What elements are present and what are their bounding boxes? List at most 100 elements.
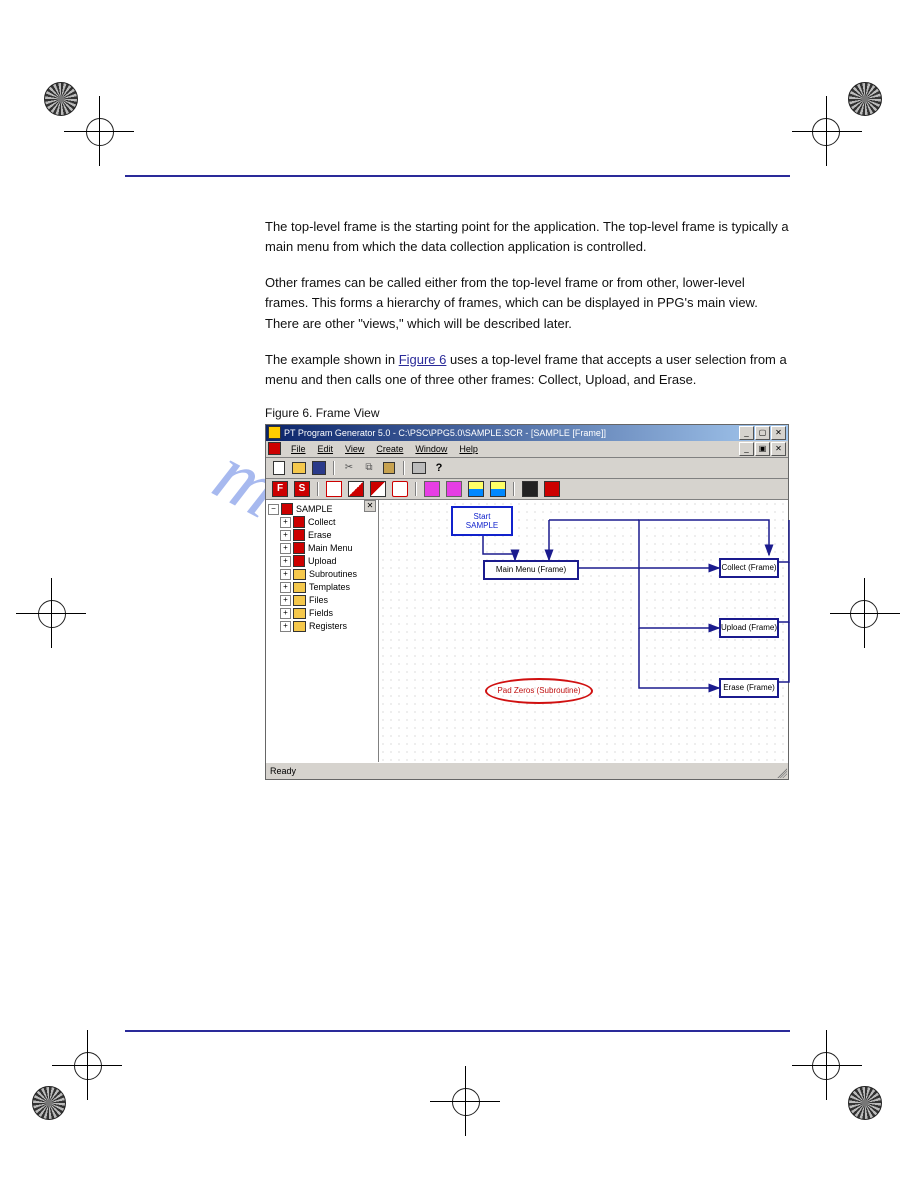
tool-icon — [348, 481, 364, 497]
tree-item[interactable]: + Main Menu — [268, 542, 376, 555]
tool-icon — [490, 481, 506, 497]
frame-icon — [293, 516, 305, 528]
toolbar-separator — [403, 461, 405, 475]
workspace: ✕ − SAMPLE + Collect + Erase + — [266, 500, 788, 762]
tree-root[interactable]: − SAMPLE — [268, 503, 376, 516]
tree-toggle-icon[interactable]: + — [280, 608, 291, 619]
mdi-minimize-button[interactable]: _ — [739, 442, 754, 456]
tree-item[interactable]: + Upload — [268, 555, 376, 568]
tool-icon — [468, 481, 484, 497]
tool-icon — [544, 481, 560, 497]
copy-button[interactable]: ⧉ — [360, 459, 378, 477]
tool-button-3[interactable] — [368, 479, 388, 499]
new-button[interactable] — [270, 459, 288, 477]
tool-frame-icon: F — [272, 481, 288, 497]
tree-item[interactable]: + Erase — [268, 529, 376, 542]
tree-toggle-icon[interactable]: + — [280, 621, 291, 632]
tree-item-label: Erase — [308, 530, 332, 540]
paragraph-1: The top-level frame is the starting poin… — [265, 217, 790, 257]
maximize-button[interactable]: ▢ — [755, 426, 770, 440]
tree-folder[interactable]: + Files — [268, 594, 376, 607]
tree-toggle-icon[interactable]: + — [280, 543, 291, 554]
print-button[interactable] — [410, 459, 428, 477]
tree-toggle-icon[interactable]: + — [280, 582, 291, 593]
status-text: Ready — [270, 766, 296, 776]
tree-item-label: Upload — [308, 556, 337, 566]
tree-folder[interactable]: + Registers — [268, 620, 376, 633]
tool-button-4[interactable] — [390, 479, 410, 499]
tree-folder-label: Fields — [309, 608, 333, 618]
tool-button-2[interactable] — [346, 479, 366, 499]
tree-folder[interactable]: + Subroutines — [268, 568, 376, 581]
tree-folder-label: Templates — [309, 582, 350, 592]
tool-button-8[interactable] — [488, 479, 508, 499]
frame-icon — [281, 503, 293, 515]
open-button[interactable] — [290, 459, 308, 477]
frame-icon — [293, 529, 305, 541]
tree-toggle-icon[interactable]: + — [280, 530, 291, 541]
toolbar-separator — [317, 482, 319, 496]
subroutine-node[interactable]: Pad Zeros (Subroutine) — [485, 678, 593, 704]
erase-label: Erase (Frame) — [723, 683, 775, 692]
canvas-area[interactable]: StartSAMPLE Main Menu (Frame) Collect (F… — [379, 500, 788, 762]
tree-folder[interactable]: + Fields — [268, 607, 376, 620]
tool-button-6[interactable] — [444, 479, 464, 499]
mainmenu-label: Main Menu (Frame) — [496, 565, 566, 574]
mdi-restore-button[interactable]: ▣ — [755, 442, 770, 456]
folder-icon — [293, 582, 306, 593]
paste-button[interactable] — [380, 459, 398, 477]
tool-subroutine-icon: S — [294, 481, 310, 497]
tree-close-button[interactable]: ✕ — [364, 500, 376, 512]
app-window: PT Program Generator 5.0 - C:\PSC\PPG5.0… — [265, 424, 789, 780]
tool-button-1[interactable] — [324, 479, 344, 499]
minimize-button[interactable]: _ — [739, 426, 754, 440]
open-icon — [292, 462, 306, 474]
toolbar-separator — [513, 482, 515, 496]
collect-node[interactable]: Collect (Frame) — [719, 558, 779, 578]
tree-folder-label: Subroutines — [309, 569, 357, 579]
cut-button[interactable]: ✂ — [340, 459, 358, 477]
tool-button-5[interactable] — [422, 479, 442, 499]
tool-button-9[interactable] — [520, 479, 540, 499]
start-label-line1: Start — [474, 512, 491, 521]
body-content: The top-level frame is the starting poin… — [265, 217, 790, 390]
erase-node[interactable]: Erase (Frame) — [719, 678, 779, 698]
resize-grip[interactable] — [775, 766, 787, 778]
close-button[interactable]: ✕ — [771, 426, 786, 440]
tree-item[interactable]: + Collect — [268, 516, 376, 529]
tree-toggle-icon[interactable]: − — [268, 504, 279, 515]
menubar: File Edit View Create Window Help _ ▣ ✕ — [266, 441, 788, 458]
save-button[interactable] — [310, 459, 328, 477]
frame-toolbar: F S — [266, 479, 788, 500]
tree-toggle-icon[interactable]: + — [280, 569, 291, 580]
tool-frame-button[interactable]: F — [270, 479, 290, 499]
menu-edit[interactable]: Edit — [312, 444, 340, 454]
tree-folder-label: Registers — [309, 621, 347, 631]
window-title: PT Program Generator 5.0 - C:\PSC\PPG5.0… — [284, 428, 606, 438]
tree-toggle-icon[interactable]: + — [280, 556, 291, 567]
upload-label: Upload (Frame) — [721, 623, 777, 632]
tool-subroutine-button[interactable]: S — [292, 479, 312, 499]
start-node[interactable]: StartSAMPLE — [451, 506, 513, 536]
titlebar: PT Program Generator 5.0 - C:\PSC\PPG5.0… — [266, 425, 788, 441]
mdi-close-button[interactable]: ✕ — [771, 442, 786, 456]
help-button[interactable]: ? — [430, 459, 448, 477]
tool-button-10[interactable] — [542, 479, 562, 499]
mainmenu-node[interactable]: Main Menu (Frame) — [483, 560, 579, 580]
menu-create[interactable]: Create — [370, 444, 409, 454]
menu-file[interactable]: File — [285, 444, 312, 454]
frame-icon — [293, 555, 305, 567]
figure-link[interactable]: Figure 6 — [399, 352, 447, 367]
tool-button-7[interactable] — [466, 479, 486, 499]
help-icon: ? — [436, 462, 443, 474]
menu-help[interactable]: Help — [453, 444, 484, 454]
tool-icon — [424, 481, 440, 497]
tree-toggle-icon[interactable]: + — [280, 595, 291, 606]
folder-icon — [293, 569, 306, 580]
tree-toggle-icon[interactable]: + — [280, 517, 291, 528]
upload-node[interactable]: Upload (Frame) — [719, 618, 779, 638]
menu-window[interactable]: Window — [409, 444, 453, 454]
menu-view[interactable]: View — [339, 444, 370, 454]
paste-icon — [383, 462, 395, 474]
tree-folder[interactable]: + Templates — [268, 581, 376, 594]
